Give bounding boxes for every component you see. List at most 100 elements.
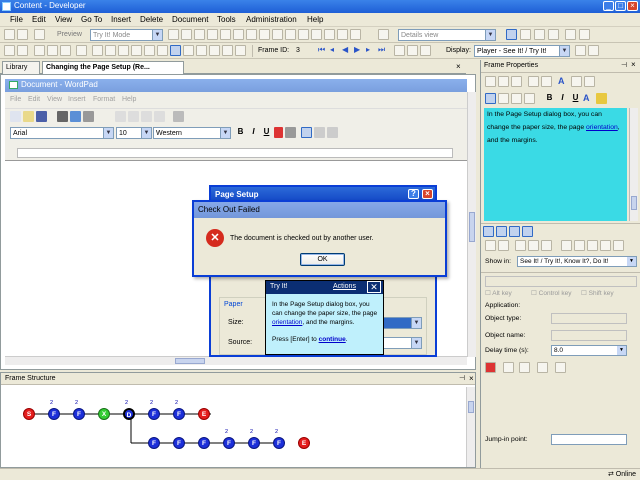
tryit-close-icon[interactable]: ✕	[367, 281, 381, 293]
wp-menu-insert[interactable]: Insert	[68, 96, 86, 103]
wp-menu-edit[interactable]: Edit	[28, 96, 40, 103]
font-icon[interactable]: A	[558, 76, 569, 87]
bubble-style-icon[interactable]	[485, 240, 496, 251]
close-tab-icon[interactable]: ×	[456, 62, 461, 71]
script-select[interactable]: Western ▼	[153, 127, 231, 139]
actions-link[interactable]: Actions	[333, 283, 356, 290]
frame-node[interactable]: X	[98, 408, 110, 420]
frame-node[interactable]: F	[248, 437, 260, 449]
wp-datetime-icon[interactable]	[173, 111, 184, 122]
shift-key-checkbox[interactable]: ☐ Shift key	[581, 289, 614, 297]
bubble-pointer-icon[interactable]	[498, 240, 509, 251]
close-panel-icon[interactable]: ×	[631, 60, 636, 69]
font-color-icon[interactable]: A	[583, 93, 594, 104]
bubble-shape-icon[interactable]	[528, 240, 539, 251]
frame-node[interactable]: S	[23, 408, 35, 420]
preview-frame-icon[interactable]	[183, 45, 194, 56]
keyboard-icon[interactable]	[503, 362, 514, 373]
sound-icon[interactable]	[131, 45, 142, 56]
tab-screen-icon[interactable]	[496, 226, 507, 237]
control-key-checkbox[interactable]: ☐ Control key	[531, 289, 572, 297]
image-icon[interactable]	[92, 45, 103, 56]
tab-document[interactable]: Changing the Page Setup (Re...	[42, 61, 184, 74]
tab-library[interactable]: Library	[2, 61, 40, 74]
layout-grid-icon[interactable]	[534, 29, 545, 40]
copy-icon[interactable]	[181, 29, 192, 40]
wp-menu-file[interactable]: File	[10, 96, 21, 103]
pin-icon[interactable]: ⊣	[621, 61, 627, 69]
next-step-icon[interactable]: ▸	[366, 45, 377, 56]
wp-menu-help[interactable]: Help	[122, 96, 136, 103]
tab-bubble-icon[interactable]	[483, 226, 494, 237]
wp-copy-icon[interactable]	[128, 111, 139, 122]
spell-icon[interactable]	[324, 29, 335, 40]
prev-frame-icon[interactable]: ◀	[342, 45, 353, 56]
save-icon[interactable]	[17, 29, 28, 40]
bubble-link[interactable]: orientation	[586, 124, 618, 131]
bubble-open-icon[interactable]	[515, 240, 526, 251]
frame-node[interactable]: E	[298, 437, 310, 449]
delete-icon[interactable]	[220, 29, 231, 40]
wp-open-icon[interactable]	[23, 111, 34, 122]
cut-icon[interactable]	[485, 76, 496, 87]
align-center-icon[interactable]	[314, 127, 325, 138]
menu-goto[interactable]: Go To	[81, 15, 102, 24]
tab-sound-icon[interactable]	[522, 226, 533, 237]
menu-edit[interactable]: Edit	[32, 15, 46, 24]
bubble-icon[interactable]	[118, 45, 129, 56]
frame-nav-icon[interactable]	[407, 45, 418, 56]
paste-icon[interactable]	[511, 76, 522, 87]
print-icon[interactable]	[34, 29, 45, 40]
action-icon[interactable]	[144, 45, 155, 56]
cursor-icon[interactable]	[555, 362, 566, 373]
bubble-arrange-icon[interactable]	[613, 240, 624, 251]
horizontal-scrollbar[interactable]	[5, 356, 467, 365]
justify-icon[interactable]	[524, 93, 535, 104]
view-icon[interactable]	[378, 29, 389, 40]
minimize-button[interactable]: _	[603, 1, 614, 11]
bubble-color-icon[interactable]	[541, 240, 552, 251]
panel-right-icon[interactable]	[579, 29, 590, 40]
menu-document[interactable]: Document	[172, 15, 208, 24]
vertical-scrollbar[interactable]	[467, 92, 476, 357]
bullets-icon[interactable]	[285, 127, 296, 138]
wp-cut-icon[interactable]	[115, 111, 126, 122]
refresh-icon[interactable]	[350, 29, 361, 40]
bubble-size-icon[interactable]	[561, 240, 572, 251]
insert-options-icon[interactable]	[47, 45, 58, 56]
bold-icon[interactable]: B	[544, 93, 555, 104]
menu-tools[interactable]: Tools	[217, 15, 236, 24]
timer-icon[interactable]	[537, 362, 548, 373]
paste-frame-icon[interactable]	[209, 45, 220, 56]
font-select[interactable]: Arial ▼	[10, 127, 114, 139]
align-right-icon[interactable]	[327, 127, 338, 138]
table-icon[interactable]	[584, 76, 595, 87]
orientation-link[interactable]: orientation	[272, 319, 302, 326]
frame-node[interactable]: E	[198, 408, 210, 420]
bubble-align-icon[interactable]	[574, 240, 585, 251]
mode-select[interactable]: Try It! Mode ▼	[90, 29, 163, 41]
check-out-icon[interactable]	[285, 29, 296, 40]
open-icon[interactable]	[4, 29, 15, 40]
align-right-icon[interactable]	[511, 93, 522, 104]
frame-node[interactable]: F	[223, 437, 235, 449]
insert-frame-icon[interactable]	[34, 45, 45, 56]
grid-icon[interactable]	[571, 76, 582, 87]
preview-button[interactable]: Preview	[57, 31, 82, 38]
find-icon[interactable]	[233, 29, 244, 40]
frame-node[interactable]: F	[198, 437, 210, 449]
frame-node[interactable]: F	[148, 437, 160, 449]
jump-in-field[interactable]	[551, 434, 627, 445]
last-frame-icon[interactable]: ⏭	[378, 45, 389, 56]
continue-link[interactable]: continue	[319, 336, 346, 343]
record-icon[interactable]	[4, 45, 15, 56]
scroll-thumb[interactable]	[468, 401, 474, 413]
frame-sync-icon[interactable]	[420, 45, 431, 56]
menu-delete[interactable]: Delete	[140, 15, 163, 24]
layout-list-icon[interactable]	[548, 29, 559, 40]
bubble-lock-icon[interactable]	[600, 240, 611, 251]
bold-icon[interactable]: B	[235, 127, 246, 138]
wp-find-icon[interactable]	[83, 111, 94, 122]
wp-menu-view[interactable]: View	[47, 96, 62, 103]
italic-icon[interactable]: I	[557, 93, 568, 104]
